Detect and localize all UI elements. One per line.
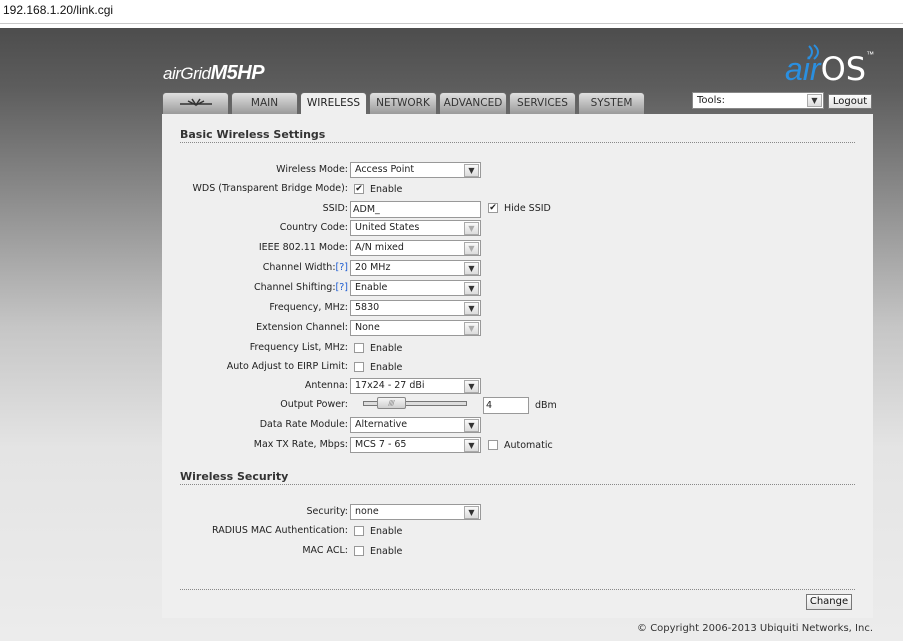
antenna-select[interactable]: 17x24 - 27 dBi ▼ [350, 378, 481, 394]
settings-panel: Basic Wireless Settings Wireless Mode: A… [162, 114, 873, 618]
product-logo: airGridM5HP [163, 62, 265, 84]
logout-button[interactable]: Logout [828, 94, 872, 109]
wds-checkbox[interactable]: ✔ [354, 184, 364, 194]
signal-wave-icon [808, 44, 819, 60]
ssid-label: SSID: [322, 203, 348, 214]
chevron-down-icon: ▼ [807, 94, 822, 107]
frequency-label: Frequency, MHz: [269, 302, 348, 313]
tab-network[interactable]: NETWORK [369, 92, 437, 114]
frequency-list-checkbox[interactable] [354, 343, 364, 353]
section-title-basic: Basic Wireless Settings [180, 128, 855, 143]
chevron-down-icon: ▼ [464, 439, 479, 452]
security-label: Security: [306, 506, 348, 517]
security-select[interactable]: none ▼ [350, 504, 481, 520]
security-value: none [355, 506, 379, 517]
frequency-list-enable-label: Enable [370, 343, 403, 354]
chevron-down-icon: ▼ [464, 419, 479, 432]
max-tx-rate-value: MCS 7 - 65 [355, 439, 407, 450]
output-power-slider-handle[interactable]: //// [376, 397, 406, 409]
wireless-mode-select[interactable]: Access Point ▼ [350, 162, 481, 178]
antenna-value: 17x24 - 27 dBi [355, 380, 425, 391]
chevron-down-icon: ▼ [464, 322, 479, 335]
automatic-checkbox[interactable] [488, 440, 498, 450]
mac-acl-label: MAC ACL: [302, 545, 348, 556]
output-power-input[interactable]: 4 [483, 397, 529, 414]
frequency-value: 5830 [355, 302, 380, 313]
data-rate-module-value: Alternative [355, 419, 408, 430]
tools-select-value: Tools: [697, 95, 726, 106]
chevron-down-icon: ▼ [464, 380, 479, 393]
wireless-mode-value: Access Point [355, 164, 415, 175]
ieee-mode-select[interactable]: A/N mixed ▼ [350, 240, 481, 256]
chevron-down-icon: ▼ [464, 302, 479, 315]
channel-width-select[interactable]: 20 MHz ▼ [350, 260, 481, 276]
chevron-down-icon: ▼ [464, 506, 479, 519]
channel-shifting-label: Channel Shifting:[?] [254, 282, 348, 293]
frequency-select[interactable]: 5830 ▼ [350, 300, 481, 316]
address-bar[interactable]: 192.168.1.20/link.cgi [0, 0, 903, 24]
change-button[interactable]: Change [806, 594, 852, 610]
tab-main[interactable]: MAIN [231, 92, 298, 114]
extension-channel-label: Extension Channel: [256, 322, 348, 333]
ssid-input[interactable]: ADM_ [350, 201, 481, 218]
wds-enable-label: Enable [370, 184, 403, 195]
chevron-down-icon: ▼ [464, 282, 479, 295]
tab-system[interactable]: SYSTEM [578, 92, 645, 114]
radius-mac-auth-label: RADIUS MAC Authentication: [212, 525, 348, 536]
channel-shifting-label-text: Channel Shifting: [254, 282, 336, 293]
extension-channel-value: None [355, 322, 380, 333]
auto-eirp-enable-label: Enable [370, 362, 403, 373]
data-rate-module-label: Data Rate Module: [259, 419, 348, 430]
tab-home[interactable] [162, 92, 229, 114]
channel-width-value: 20 MHz [355, 262, 391, 273]
tab-services[interactable]: SERVICES [509, 92, 576, 114]
airos-logo: airOS™ [785, 44, 874, 88]
chevron-down-icon: ▼ [464, 164, 479, 177]
country-code-select[interactable]: United States ▼ [350, 220, 481, 236]
auto-eirp-label: Auto Adjust to EIRP Limit: [226, 361, 348, 372]
channel-width-label-text: Channel Width: [262, 262, 336, 273]
channel-shifting-value: Enable [355, 282, 388, 293]
max-tx-rate-select[interactable]: MCS 7 - 65 ▼ [350, 437, 481, 453]
frequency-list-label: Frequency List, MHz: [249, 342, 348, 353]
radius-mac-auth-checkbox[interactable] [354, 526, 364, 536]
ieee-mode-label: IEEE 802.11 Mode: [258, 242, 348, 253]
footer-divider [180, 589, 855, 590]
chevron-down-icon: ▼ [464, 262, 479, 275]
hide-ssid-label: Hide SSID [504, 203, 551, 214]
chevron-down-icon: ▼ [464, 222, 479, 235]
channel-shifting-select[interactable]: Enable ▼ [350, 280, 481, 296]
tools-select[interactable]: Tools: ▼ [692, 92, 824, 109]
channel-shifting-help-link[interactable]: [?] [336, 282, 348, 293]
country-code-value: United States [355, 222, 420, 233]
ieee-mode-value: A/N mixed [355, 242, 404, 253]
wireless-mode-label: Wireless Mode: [276, 164, 348, 175]
country-code-label: Country Code: [279, 222, 348, 233]
extension-channel-select[interactable]: None ▼ [350, 320, 481, 336]
data-rate-module-select[interactable]: Alternative ▼ [350, 417, 481, 433]
section-title-security: Wireless Security [180, 470, 855, 485]
mac-acl-enable-label: Enable [370, 546, 403, 557]
copyright-text: © Copyright 2006-2013 Ubiquiti Networks,… [637, 623, 873, 634]
wds-label: WDS (Transparent Bridge Mode): [192, 183, 348, 194]
automatic-label: Automatic [504, 440, 553, 451]
hide-ssid-checkbox[interactable]: ✔ [488, 203, 498, 213]
channel-width-help-link[interactable]: [?] [336, 262, 348, 273]
output-power-label: Output Power: [280, 399, 348, 410]
max-tx-rate-label: Max TX Rate, Mbps: [253, 439, 348, 450]
radius-mac-auth-enable-label: Enable [370, 526, 403, 537]
chevron-down-icon: ▼ [464, 242, 479, 255]
tab-advanced[interactable]: ADVANCED [439, 92, 507, 114]
antenna-label: Antenna: [304, 380, 348, 391]
ubiquiti-logo-icon [179, 98, 212, 107]
channel-width-label: Channel Width:[?] [263, 262, 348, 273]
auto-eirp-checkbox[interactable] [354, 362, 364, 372]
output-power-unit: dBm [535, 400, 557, 411]
mac-acl-checkbox[interactable] [354, 546, 364, 556]
tab-wireless[interactable]: WIRELESS [300, 92, 367, 115]
